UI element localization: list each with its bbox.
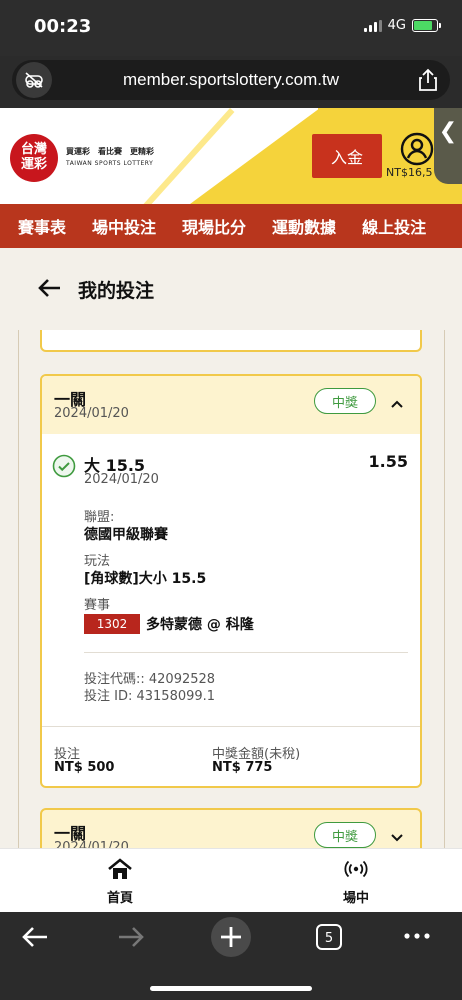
event-label: 賽事	[84, 598, 111, 613]
previous-bet-card	[40, 330, 422, 352]
tab-live-label: 場中	[342, 891, 369, 906]
event-number-badge: 1302	[84, 614, 140, 634]
broadcast-icon	[342, 860, 370, 885]
web-content: 台灣 運彩 買運彩 看比賽 更精彩 TAIWAN SPORTS LOTTERY …	[0, 108, 462, 848]
browser-toolbar: 5	[0, 912, 462, 1000]
battery-icon	[412, 19, 441, 32]
bet-card-footer: 投注 NT$ 500 中獎金額(未稅) NT$ 775	[42, 726, 420, 786]
selection-odds: 1.55	[368, 452, 408, 471]
league-value: 德國甲級聯賽	[84, 527, 168, 543]
more-icon[interactable]	[402, 926, 432, 950]
bet-date: 2024/01/20	[54, 840, 129, 848]
deposit-button[interactable]: 入金	[312, 134, 382, 178]
back-arrow-icon[interactable]	[36, 274, 64, 306]
bet-card-header[interactable]: 一關 2024/01/20 中獎	[42, 376, 420, 434]
bet-date: 2024/01/20	[54, 406, 129, 421]
nav-item-schedule[interactable]: 賽事表	[18, 214, 66, 238]
status-time: 00:23	[34, 16, 92, 37]
main-nav: 賽事表 場中投注 現場比分 運動數據 線上投注	[0, 204, 462, 248]
chevron-left-icon: ❮	[438, 118, 458, 144]
signal-icon	[363, 19, 382, 32]
bet-id: 投注 ID: 43158099.1	[84, 689, 216, 704]
bet-card[interactable]: 一關 2024/01/20 中獎	[40, 808, 422, 848]
site-logo[interactable]: 台灣 運彩	[10, 134, 58, 182]
forward-icon[interactable]	[116, 924, 146, 954]
network-type: 4G	[387, 18, 406, 33]
site-header: 台灣 運彩 買運彩 看比賽 更精彩 TAIWAN SPORTS LOTTERY …	[0, 108, 462, 204]
divider	[84, 652, 408, 653]
header-decoration	[190, 108, 320, 204]
bet-card: 一關 2024/01/20 中獎 大 15.5 1.55 2024/01/20 …	[40, 374, 422, 788]
side-drawer-handle[interactable]: ❮	[434, 108, 462, 184]
event-name: 多特蒙德 @ 科隆	[146, 617, 254, 633]
tabs-icon[interactable]: 5	[314, 922, 344, 956]
user-account-icon[interactable]	[400, 132, 434, 170]
site-brand-en: TAIWAN SPORTS LOTTERY	[66, 160, 154, 167]
content-border-right	[444, 330, 445, 848]
nav-item-live-scores[interactable]: 現場比分	[182, 214, 246, 238]
account-balance: NT$16,5	[386, 166, 433, 179]
check-circle-icon	[52, 454, 76, 482]
nav-item-sports-data[interactable]: 運動數據	[272, 214, 336, 238]
logo-line1: 台灣	[20, 142, 47, 157]
status-bar: 00:23 4G	[0, 0, 462, 56]
chevron-down-icon[interactable]	[390, 828, 404, 847]
home-indicator	[150, 986, 312, 991]
tabs-count: 5	[325, 931, 333, 946]
chevron-up-icon[interactable]	[390, 394, 404, 413]
stake-value: NT$ 500	[54, 760, 115, 775]
tab-home[interactable]: 首頁	[80, 857, 160, 906]
status-indicators: 4G	[363, 18, 441, 33]
status-badge: 中獎	[314, 388, 376, 414]
market-value: [角球數]大小 15.5	[84, 571, 207, 587]
selection-date: 2024/01/20	[84, 472, 159, 487]
tab-live[interactable]: 場中	[316, 857, 396, 906]
payout-value: NT$ 775	[212, 760, 273, 775]
site-slogan: 買運彩 看比賽 更精彩	[66, 147, 154, 156]
url-text[interactable]: member.sportslottery.com.tw	[12, 70, 450, 90]
page-title: 我的投注	[78, 280, 155, 302]
league-label: 聯盟:	[84, 510, 115, 525]
new-tab-icon[interactable]	[210, 916, 252, 962]
status-badge: 中獎	[314, 822, 376, 848]
back-icon[interactable]	[20, 924, 50, 954]
bet-card-body: 大 15.5 1.55 2024/01/20 聯盟: 德國甲級聯賽 玩法 [角球…	[42, 434, 420, 724]
market-label: 玩法	[84, 554, 111, 569]
address-bar[interactable]: member.sportslottery.com.tw	[12, 60, 450, 100]
nav-item-online-betting[interactable]: 線上投注	[362, 214, 426, 238]
tab-home-label: 首頁	[106, 891, 133, 906]
content-border-left	[18, 330, 19, 848]
home-icon	[106, 858, 134, 885]
logo-line2: 運彩	[20, 157, 47, 172]
share-icon[interactable]	[418, 68, 438, 96]
site-tab-bar: 首頁 場中	[0, 848, 462, 912]
nav-item-live-betting[interactable]: 場中投注	[92, 214, 156, 238]
page-header: 我的投注	[0, 264, 462, 314]
